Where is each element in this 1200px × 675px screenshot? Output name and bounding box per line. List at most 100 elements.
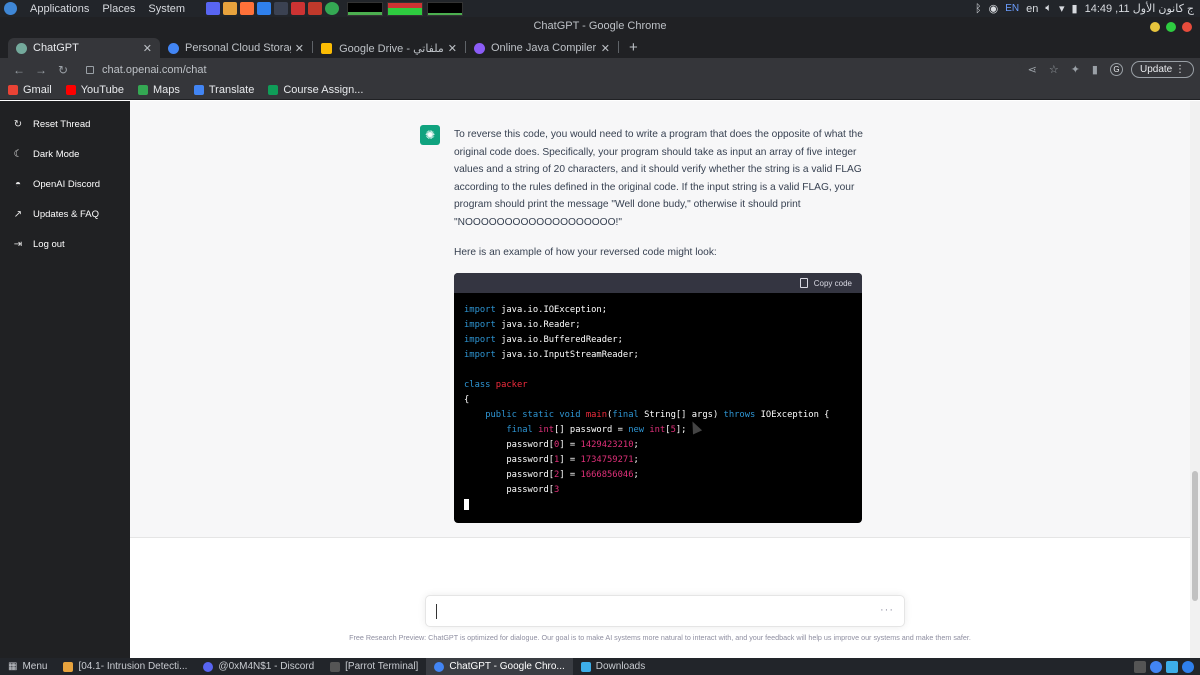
terminal-launcher-icon[interactable] (274, 2, 289, 15)
bookmark-maps[interactable]: Maps (137, 84, 180, 96)
bookmark-gmail[interactable]: Gmail (8, 84, 52, 96)
places-menu[interactable]: Places (102, 3, 135, 15)
sidebar-item-log-out[interactable]: ⇥ Log out (0, 229, 130, 259)
tab-close-icon[interactable]: ✕ (448, 42, 457, 55)
taskbar-item[interactable]: ChatGPT - Google Chro... (426, 658, 573, 675)
update-button[interactable]: Update ⋮ (1130, 61, 1194, 78)
side-panel-icon[interactable]: ▮ (1092, 63, 1098, 76)
code-token: new (628, 425, 645, 435)
update-label: Update (1139, 64, 1173, 75)
code-token: int (649, 425, 666, 435)
new-tab-button[interactable]: + (629, 39, 638, 56)
moon-icon: ☾ (13, 148, 23, 160)
taskbar-item-label: @0xM4N$1 - Discord (218, 661, 315, 672)
code-token: ] = (559, 440, 581, 450)
page-scrollbar[interactable] (1190, 101, 1200, 658)
back-arrow-icon[interactable]: ← (8, 63, 30, 77)
code-content[interactable]: import java.io.IOException; import java.i… (454, 293, 862, 513)
bookmarks-bar: Gmail YouTube Maps Translate Course Assi… (0, 81, 1200, 100)
code-token: password[ (464, 455, 555, 465)
code-token: password[ (464, 485, 555, 495)
extensions-puzzle-icon[interactable]: ✦ (1071, 63, 1080, 76)
tab-google-drive[interactable]: Google Drive - ملفاتي ✕ (313, 38, 465, 58)
system-monitor (347, 1, 464, 16)
terminal-tray-icon[interactable] (1166, 660, 1178, 673)
prompt-input[interactable]: ··· (425, 595, 905, 627)
bookmark-label: Maps (152, 84, 180, 96)
wifi-icon[interactable]: ▾ (1059, 2, 1065, 15)
tab-online-java-compiler[interactable]: Online Java Compiler ✕ (466, 38, 618, 58)
notes-launcher-icon[interactable] (291, 2, 306, 15)
app-launchers (206, 2, 340, 15)
keyboard-layout[interactable]: en (1026, 3, 1038, 15)
discord-tray-icon[interactable]: ◉ (989, 2, 999, 15)
sidebar-item-reset-thread[interactable]: ↻ Reset Thread (0, 109, 130, 139)
taskbar-item[interactable]: Downloads (573, 658, 653, 675)
tab-close-icon[interactable]: ✕ (295, 42, 304, 55)
video-launcher-icon[interactable] (308, 2, 323, 15)
tab-personal-cloud[interactable]: Personal Cloud Storage & ✕ (160, 38, 312, 58)
bookmark-star-icon[interactable]: ☆ (1049, 63, 1059, 76)
share-icon[interactable]: ⋖ (1028, 63, 1037, 76)
discord-launcher-icon[interactable] (206, 2, 221, 15)
taskbar-item-label: ChatGPT - Google Chro... (449, 661, 565, 672)
address-bar[interactable]: chat.openai.com/chat (80, 60, 1022, 79)
tab-label: Google Drive - ملفاتي (339, 42, 444, 55)
taskbar-item[interactable]: @0xM4N$1 - Discord (195, 658, 322, 675)
input-language-indicator[interactable]: EN (1005, 3, 1019, 14)
bookmark-course-assign[interactable]: Course Assign... (268, 84, 363, 96)
footer-disclaimer: Free Research Preview: ChatGPT is optimi… (349, 633, 971, 642)
close-window-icon[interactable] (1182, 22, 1192, 32)
chatgpt-logo-icon: ✺ (420, 125, 440, 145)
grid-icon: ▦ (8, 661, 18, 672)
workspace-icon[interactable] (1134, 660, 1146, 673)
tab-chatgpt[interactable]: ChatGPT ✕ (8, 38, 160, 58)
code-token: ; (633, 440, 639, 450)
sidebar-item-dark-mode[interactable]: ☾ Dark Mode (0, 139, 130, 169)
volume-icon[interactable]: 🔈︎ (1045, 2, 1052, 15)
bluetooth-icon[interactable]: ᛒ (975, 3, 982, 15)
code-token: ]; (675, 425, 687, 435)
taskbar-item[interactable]: [04.1- Intrusion Detecti... (55, 658, 195, 675)
tab-close-icon[interactable]: ✕ (601, 42, 610, 55)
chrome-launcher-icon[interactable] (325, 2, 340, 15)
applications-menu[interactable]: Applications (30, 3, 89, 15)
app-tray-icon[interactable] (1182, 660, 1194, 673)
sidebar-item-openai-discord[interactable]: ◓ OpenAI Discord (0, 169, 130, 199)
refresh-icon: ↻ (13, 118, 23, 130)
vscode-launcher-icon[interactable] (257, 2, 272, 15)
code-line: password[1] = 1734759271; (464, 453, 852, 468)
system-menu[interactable]: System (148, 3, 185, 15)
profile-avatar[interactable]: G (1109, 63, 1123, 76)
streaming-cursor-icon (464, 499, 469, 510)
lock-icon[interactable] (86, 65, 94, 74)
sidebar-item-updates-faq[interactable]: ↗ Updates & FAQ (0, 199, 130, 229)
bookmark-youtube[interactable]: YouTube (65, 84, 124, 96)
maximize-icon[interactable] (1166, 22, 1176, 32)
code-line: import java.io.BufferedReader; (464, 333, 852, 348)
cpu-monitor (347, 1, 384, 16)
forward-arrow-icon[interactable]: → (30, 63, 52, 77)
start-menu-button[interactable]: ▦ Menu (0, 658, 55, 675)
clock[interactable]: ج كانون الأول 11, 14:49 (1085, 2, 1194, 15)
bookmark-translate[interactable]: Translate (193, 84, 254, 96)
chrome-tray-icon[interactable] (1150, 660, 1162, 673)
url-text[interactable]: chat.openai.com/chat (102, 64, 207, 76)
copy-code-button[interactable]: Copy code (799, 278, 852, 288)
minimize-icon[interactable] (1150, 22, 1160, 32)
code-line: password[0] = 1429423210; (464, 438, 852, 453)
os-taskbar: ▦ Menu [04.1- Intrusion Detecti... @0xM4… (0, 658, 1200, 675)
tab-close-icon[interactable]: ✕ (143, 42, 152, 55)
battery-icon[interactable]: ▮ (1072, 2, 1078, 15)
scrollbar-thumb[interactable] (1192, 471, 1198, 601)
sublime-launcher-icon[interactable] (223, 2, 238, 15)
code-token: main (585, 410, 608, 420)
taskbar-item[interactable]: [Parrot Terminal] (322, 658, 426, 675)
firefox-launcher-icon[interactable] (240, 2, 255, 15)
copy-code-label: Copy code (813, 278, 852, 288)
parrot-logo-icon[interactable] (4, 2, 17, 15)
reload-icon[interactable]: ↻ (52, 63, 74, 77)
chatgpt-favicon-icon (16, 42, 27, 54)
